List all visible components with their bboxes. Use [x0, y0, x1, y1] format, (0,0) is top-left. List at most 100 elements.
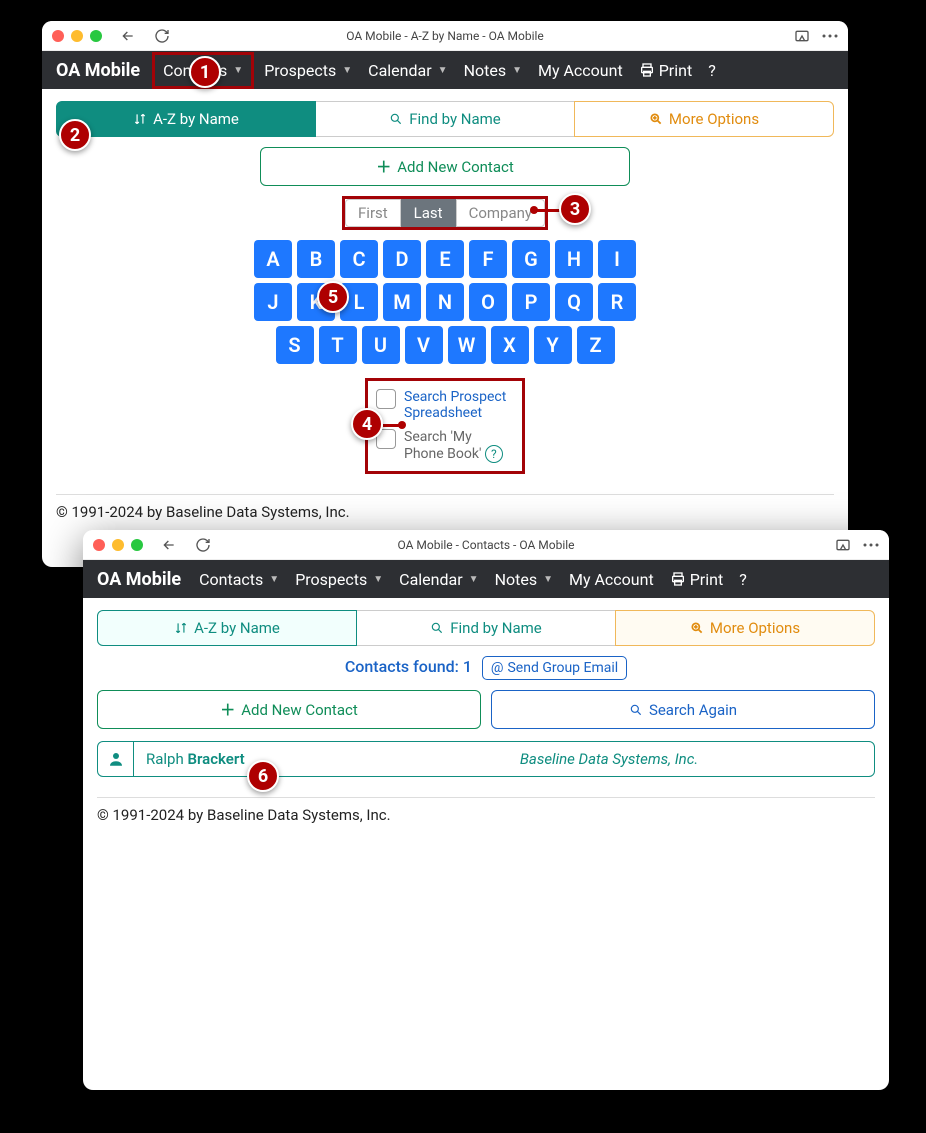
chevron-down-icon: ▼ — [512, 65, 522, 76]
tab-find-by-name[interactable]: Find by Name — [316, 101, 574, 137]
callout-4: 4 — [351, 408, 383, 440]
tab-find-by-name[interactable]: Find by Name — [357, 610, 615, 646]
letter-C[interactable]: C — [340, 240, 378, 278]
letter-F[interactable]: F — [469, 240, 507, 278]
checkbox-prospect-spreadsheet[interactable] — [376, 389, 396, 409]
search-icon — [389, 112, 403, 126]
alphabet-grid: A B C D E F G H I J K L M N O P Q R S T … — [42, 240, 848, 364]
footer-copyright: © 1991-2024 by Baseline Data Systems, In… — [56, 494, 834, 521]
nav-calendar[interactable]: Calendar▼ — [393, 566, 484, 593]
letter-E[interactable]: E — [426, 240, 464, 278]
letter-V[interactable]: V — [405, 326, 443, 364]
letter-A[interactable]: A — [254, 240, 292, 278]
nav-myaccount[interactable]: My Account — [532, 57, 629, 84]
zoom-dot[interactable] — [131, 539, 143, 551]
window-controls — [93, 539, 143, 551]
minimize-dot[interactable] — [71, 30, 83, 42]
search-plus-icon — [649, 112, 663, 126]
close-dot[interactable] — [93, 539, 105, 551]
sort-last[interactable]: Last — [401, 199, 456, 227]
contact-row[interactable]: Ralph Brackert Baseline Data Systems, In… — [97, 741, 875, 777]
nav-help[interactable]: ? — [702, 57, 722, 84]
letter-D[interactable]: D — [383, 240, 421, 278]
titlebar: OA Mobile - A-Z by Name - OA Mobile — [42, 21, 848, 51]
callout-dot — [398, 421, 406, 429]
letter-P[interactable]: P — [512, 283, 550, 321]
zoom-dot[interactable] — [90, 30, 102, 42]
sort-icon — [133, 112, 147, 126]
nav-print[interactable]: Print — [664, 566, 729, 593]
view-tabs: A-Z by Name Find by Name More Options — [56, 101, 834, 137]
tab-az-by-name[interactable]: A-Z by Name — [97, 610, 357, 646]
letter-G[interactable]: G — [512, 240, 550, 278]
view-tabs: A-Z by Name Find by Name More Options — [97, 610, 875, 646]
letter-W[interactable]: W — [448, 326, 486, 364]
nav-notes[interactable]: Notes▼ — [489, 566, 559, 593]
nav-prospects[interactable]: Prospects▼ — [258, 57, 358, 84]
print-icon — [670, 571, 686, 587]
chevron-down-icon: ▼ — [438, 65, 448, 76]
send-group-email-button[interactable]: @ Send Group Email — [482, 656, 627, 680]
chevron-down-icon: ▼ — [269, 574, 279, 585]
at-icon: @ — [491, 660, 504, 676]
menu-dots-icon[interactable] — [863, 543, 879, 547]
menu-dots-icon[interactable] — [822, 34, 838, 38]
letter-H[interactable]: H — [555, 240, 593, 278]
letter-T[interactable]: T — [319, 326, 357, 364]
add-new-contact-button[interactable]: ＋ Add New Contact — [97, 690, 481, 729]
letter-O[interactable]: O — [469, 283, 507, 321]
letter-N[interactable]: N — [426, 283, 464, 321]
reload-icon[interactable] — [195, 537, 211, 553]
chevron-down-icon: ▼ — [543, 574, 553, 585]
chevron-down-icon: ▼ — [342, 65, 352, 76]
help-icon[interactable]: ? — [485, 445, 503, 463]
letter-Z[interactable]: Z — [577, 326, 615, 364]
cast-icon[interactable] — [835, 537, 851, 553]
chevron-down-icon: ▼ — [373, 574, 383, 585]
add-new-contact-button[interactable]: ＋ Add New Contact — [260, 147, 630, 186]
nav-prospects[interactable]: Prospects▼ — [289, 566, 389, 593]
nav-print[interactable]: Print — [633, 57, 698, 84]
print-icon — [639, 62, 655, 78]
navbar: OA Mobile Contacts▼ Prospects▼ Calendar▼… — [83, 560, 889, 598]
tab-more-options[interactable]: More Options — [574, 101, 834, 137]
nav-help[interactable]: ? — [733, 566, 753, 593]
person-icon — [98, 742, 134, 776]
letter-U[interactable]: U — [362, 326, 400, 364]
back-icon[interactable] — [161, 537, 177, 553]
search-icon — [629, 703, 643, 717]
nav-notes[interactable]: Notes▼ — [458, 57, 528, 84]
reload-icon[interactable] — [154, 28, 170, 44]
label-prospect-spreadsheet[interactable]: Search Prospect Spreadsheet — [404, 389, 514, 421]
results-count: Contacts found: 1 — [345, 657, 472, 676]
letter-S[interactable]: S — [276, 326, 314, 364]
letter-Y[interactable]: Y — [534, 326, 572, 364]
tab-more-options[interactable]: More Options — [615, 610, 875, 646]
letter-R[interactable]: R — [598, 283, 636, 321]
search-icon — [430, 621, 444, 635]
nav-contacts[interactable]: Contacts▼ — [193, 566, 285, 593]
callout-6: 6 — [247, 760, 279, 792]
letter-X[interactable]: X — [491, 326, 529, 364]
sort-first[interactable]: First — [345, 199, 401, 227]
minimize-dot[interactable] — [112, 539, 124, 551]
search-plus-icon — [690, 621, 704, 635]
nav-calendar[interactable]: Calendar▼ — [362, 57, 453, 84]
letter-J[interactable]: J — [254, 283, 292, 321]
contact-company: Baseline Data Systems, Inc. — [344, 750, 874, 768]
search-again-button[interactable]: Search Again — [491, 690, 875, 729]
letter-B[interactable]: B — [297, 240, 335, 278]
close-dot[interactable] — [52, 30, 64, 42]
tab-az-by-name[interactable]: A-Z by Name — [56, 101, 316, 137]
window-title: OA Mobile - Contacts - OA Mobile — [397, 538, 574, 552]
contact-name: Ralph Brackert — [134, 750, 344, 768]
nav-myaccount[interactable]: My Account — [563, 566, 660, 593]
callout-1: 1 — [189, 56, 221, 88]
window-title: OA Mobile - A-Z by Name - OA Mobile — [346, 29, 544, 43]
plus-icon: ＋ — [376, 156, 391, 177]
back-icon[interactable] — [120, 28, 136, 44]
letter-M[interactable]: M — [383, 283, 421, 321]
cast-icon[interactable] — [794, 28, 810, 44]
letter-I[interactable]: I — [598, 240, 636, 278]
letter-Q[interactable]: Q — [555, 283, 593, 321]
